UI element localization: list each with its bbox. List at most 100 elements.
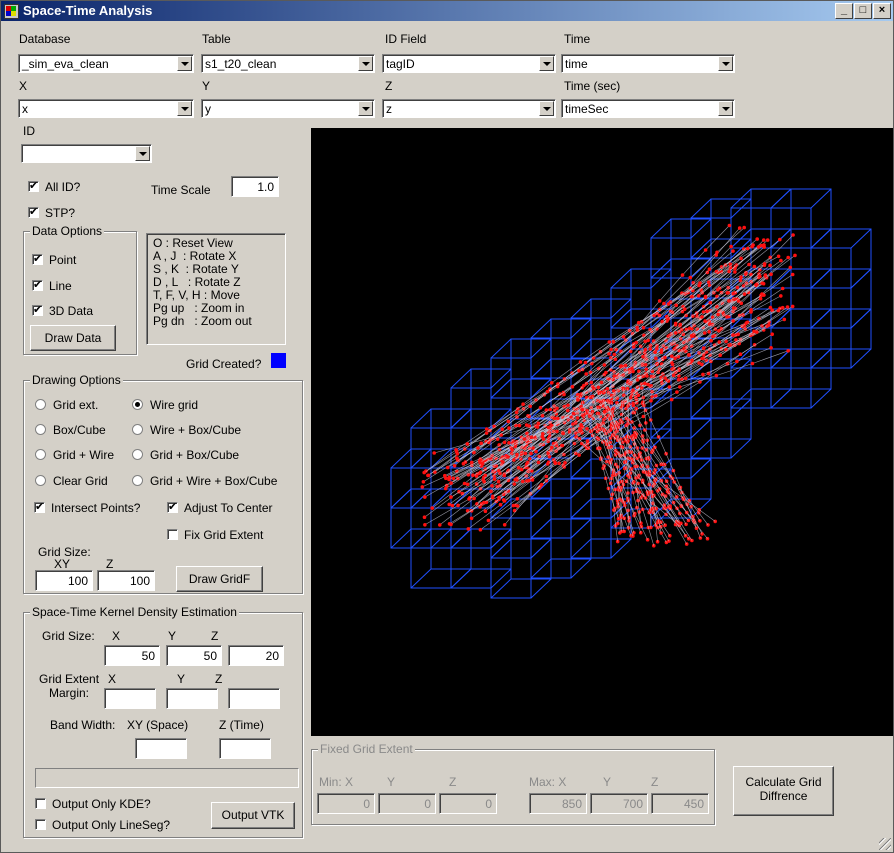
draw-grid-button[interactable]: Draw GridF bbox=[176, 566, 263, 592]
trajectory-point bbox=[445, 465, 450, 470]
calculate-grid-diffrence-button[interactable]: Calculate Grid Diffrence bbox=[733, 766, 834, 816]
box-cube-radio[interactable]: Box/Cube bbox=[35, 423, 106, 437]
grid-cube-edge bbox=[490, 338, 512, 359]
minimize-button[interactable]: _ bbox=[835, 3, 853, 19]
margin-y-input[interactable] bbox=[166, 688, 218, 709]
checkbox-icon[interactable] bbox=[32, 303, 43, 316]
checkbox-icon[interactable] bbox=[28, 179, 39, 192]
clear-grid-radio[interactable]: Clear Grid bbox=[35, 474, 108, 488]
trajectory-point bbox=[738, 352, 743, 356]
trajectory-point bbox=[707, 280, 711, 284]
min-y-input[interactable]: 0 bbox=[378, 793, 436, 814]
chevron-down-icon[interactable] bbox=[718, 101, 733, 116]
id-select[interactable] bbox=[21, 144, 152, 163]
chevron-down-icon[interactable] bbox=[358, 101, 373, 116]
time-select[interactable]: time bbox=[561, 54, 735, 73]
max-y-input[interactable]: 700 bbox=[590, 793, 648, 814]
band-z-input[interactable] bbox=[219, 738, 271, 759]
data3d-checkbox[interactable]: 3D Data bbox=[32, 303, 93, 318]
allid-checkbox[interactable]: All ID? bbox=[28, 179, 80, 194]
checkbox-icon[interactable] bbox=[32, 278, 43, 291]
trajectory-point bbox=[731, 249, 735, 253]
max-z-input[interactable]: 450 bbox=[651, 793, 709, 814]
stp-checkbox[interactable]: STP? bbox=[28, 205, 75, 220]
radio-icon[interactable] bbox=[132, 475, 143, 486]
grid-z-input[interactable]: 100 bbox=[97, 570, 155, 591]
table-select[interactable]: s1_t20_clean bbox=[201, 54, 375, 73]
resize-grip-icon[interactable] bbox=[879, 838, 891, 850]
trajectory-point bbox=[671, 373, 676, 377]
grid-cube-edge bbox=[530, 498, 552, 519]
point-checkbox[interactable]: Point bbox=[32, 252, 76, 267]
trajectory-point bbox=[527, 478, 531, 483]
margin-z-input[interactable] bbox=[228, 688, 280, 709]
chevron-down-icon[interactable] bbox=[177, 56, 192, 71]
margin-x-input[interactable] bbox=[104, 688, 156, 709]
radio-icon[interactable] bbox=[35, 424, 46, 435]
3d-render[interactable] bbox=[311, 128, 893, 736]
band-xy-input[interactable] bbox=[135, 738, 187, 759]
3d-viewport[interactable] bbox=[311, 128, 893, 736]
radio-icon[interactable] bbox=[132, 399, 143, 410]
grid-wire-radio[interactable]: Grid + Wire bbox=[35, 448, 114, 462]
kde-grid-x-input[interactable]: 50 bbox=[104, 645, 160, 666]
checkbox-icon[interactable] bbox=[28, 205, 39, 218]
grid-wire-box-radio[interactable]: Grid + Wire + Box/Cube bbox=[132, 474, 277, 488]
output-vtk-button[interactable]: Output VTK bbox=[211, 802, 295, 829]
min-z-input[interactable]: 0 bbox=[439, 793, 497, 814]
grid-box-radio[interactable]: Grid + Box/Cube bbox=[132, 448, 239, 462]
trajectory-point bbox=[628, 395, 633, 400]
wire-grid-radio[interactable]: Wire grid bbox=[132, 398, 198, 412]
timesec-select[interactable]: timeSec bbox=[561, 99, 735, 118]
intersect-points-checkbox[interactable]: Intersect Points? bbox=[34, 500, 140, 515]
timescale-input[interactable]: 1.0 bbox=[231, 176, 279, 197]
trajectory-point bbox=[703, 319, 707, 323]
trajectory-point bbox=[465, 482, 470, 487]
radio-icon[interactable] bbox=[35, 399, 46, 410]
trajectory-point bbox=[538, 405, 543, 410]
radio-icon[interactable] bbox=[35, 475, 46, 486]
chevron-down-icon[interactable] bbox=[539, 101, 554, 116]
output-only-lineseg-checkbox[interactable]: Output Only LineSeg? bbox=[35, 818, 170, 832]
checkbox-icon[interactable] bbox=[32, 252, 43, 265]
chevron-down-icon[interactable] bbox=[718, 56, 733, 71]
draw-data-button[interactable]: Draw Data bbox=[30, 325, 116, 351]
output-only-kde-checkbox[interactable]: Output Only KDE? bbox=[35, 797, 151, 811]
chevron-down-icon[interactable] bbox=[358, 56, 373, 71]
chevron-down-icon[interactable] bbox=[177, 101, 192, 116]
kde-grid-z-input[interactable]: 20 bbox=[228, 645, 284, 666]
z-select[interactable]: z bbox=[382, 99, 556, 118]
chevron-down-icon[interactable] bbox=[539, 56, 554, 71]
radio-icon[interactable] bbox=[132, 449, 143, 460]
checkbox-icon[interactable] bbox=[167, 529, 178, 540]
max-x-input[interactable]: 850 bbox=[529, 793, 587, 814]
line-checkbox[interactable]: Line bbox=[32, 278, 72, 293]
chevron-down-icon[interactable] bbox=[135, 146, 150, 161]
checkbox-icon[interactable] bbox=[34, 500, 45, 513]
y-select[interactable]: y bbox=[201, 99, 375, 118]
checkbox-icon[interactable] bbox=[35, 798, 46, 809]
wire-box-radio[interactable]: Wire + Box/Cube bbox=[132, 423, 241, 437]
x-select[interactable]: x bbox=[18, 99, 194, 118]
radio-icon[interactable] bbox=[35, 449, 46, 460]
close-button[interactable]: × bbox=[873, 3, 891, 19]
trajectory-point bbox=[502, 440, 507, 445]
title-bar[interactable]: Space-Time Analysis _ □ × bbox=[1, 1, 893, 21]
maximize-button[interactable]: □ bbox=[854, 3, 872, 19]
adjust-center-checkbox[interactable]: Adjust To Center bbox=[167, 500, 273, 515]
grid-cube-edge bbox=[450, 568, 472, 589]
idfield-select[interactable]: tagID bbox=[382, 54, 556, 73]
database-select[interactable]: _sim_eva_clean bbox=[18, 54, 194, 73]
trajectory-point bbox=[512, 508, 517, 513]
min-x-input[interactable]: 0 bbox=[317, 793, 375, 814]
kde-grid-y-input[interactable]: 50 bbox=[166, 645, 222, 666]
trajectory-point bbox=[514, 410, 519, 415]
grid-xy-input[interactable]: 100 bbox=[35, 570, 93, 591]
radio-icon[interactable] bbox=[132, 424, 143, 435]
trajectory-point bbox=[676, 377, 681, 382]
trajectory-point bbox=[742, 225, 746, 230]
checkbox-icon[interactable] bbox=[167, 500, 178, 513]
fix-grid-extent-checkbox[interactable]: Fix Grid Extent bbox=[167, 528, 263, 542]
checkbox-icon[interactable] bbox=[35, 819, 46, 830]
grid-ext-radio[interactable]: Grid ext. bbox=[35, 398, 98, 412]
